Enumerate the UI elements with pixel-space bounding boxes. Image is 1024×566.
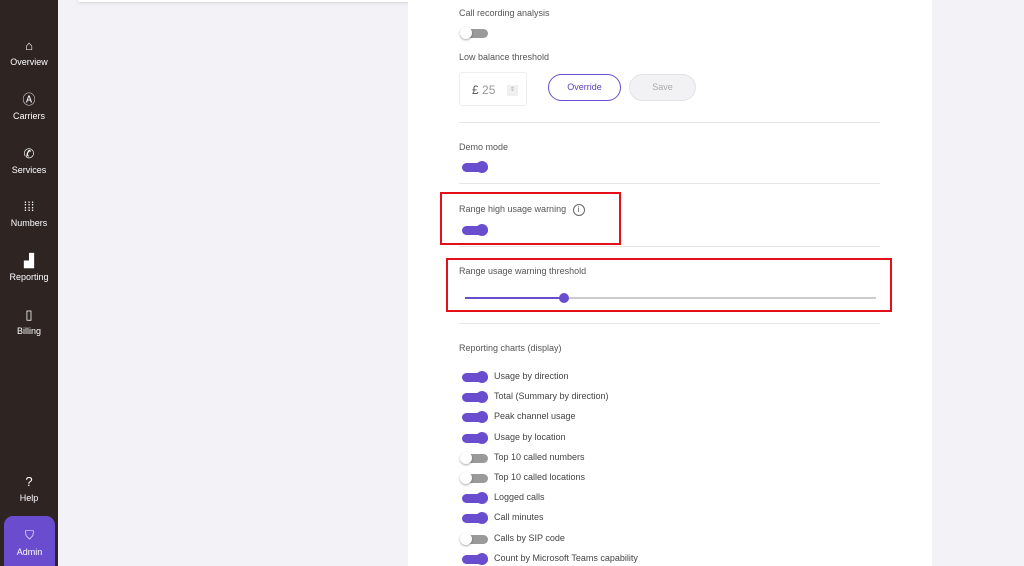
divider bbox=[459, 183, 880, 184]
bar-chart-icon: ▟ bbox=[24, 253, 34, 268]
label: Overview bbox=[10, 57, 48, 67]
invoice-icon: ▯ bbox=[25, 307, 33, 322]
override-button[interactable]: Override bbox=[548, 74, 621, 101]
chart-toggle[interactable] bbox=[459, 552, 489, 565]
range-high-usage-toggle[interactable] bbox=[459, 224, 489, 236]
chart-option-label: Count by Microsoft Teams capability bbox=[494, 552, 638, 563]
phone-icon: ✆ bbox=[23, 146, 35, 161]
sidebar-item-billing[interactable]: ▯ Billing bbox=[0, 307, 58, 336]
top-card bbox=[78, 0, 450, 2]
chart-option-label: Top 10 called locations bbox=[494, 472, 586, 482]
chart-option-label: Calls by SIP code bbox=[494, 532, 565, 543]
label-text: Range high usage warning bbox=[459, 204, 567, 214]
demo-mode-label: Demo mode bbox=[459, 142, 509, 152]
low-balance-input[interactable]: £ 25 ⇕ bbox=[459, 72, 527, 106]
divider bbox=[459, 323, 880, 324]
divider bbox=[459, 246, 880, 247]
label: Reporting bbox=[9, 272, 49, 282]
chart-toggle[interactable] bbox=[459, 431, 489, 444]
label: Admin bbox=[16, 547, 43, 557]
help-icon: ? bbox=[25, 474, 33, 489]
value: 25 bbox=[482, 83, 496, 97]
sidebar-item-carriers[interactable]: Ⓐ Carriers bbox=[0, 92, 58, 121]
chart-toggle[interactable] bbox=[459, 451, 489, 464]
chart-option-label: Usage by direction bbox=[494, 371, 569, 381]
chart-option-label: Total (Summary by direction) bbox=[494, 391, 609, 402]
sidebar-item-reporting[interactable]: ▟ Reporting bbox=[0, 253, 58, 282]
home-icon: ⌂ bbox=[25, 38, 33, 53]
chart-toggle[interactable] bbox=[459, 371, 489, 383]
chart-option-label: Peak channel usage bbox=[494, 411, 576, 422]
demo-mode-toggle[interactable] bbox=[459, 161, 489, 173]
sidebar-item-admin[interactable]: ⛉ Admin bbox=[4, 516, 55, 566]
sidebar-item-services[interactable]: ✆ Services bbox=[0, 146, 58, 175]
label: Carriers bbox=[12, 111, 45, 121]
reporting-charts-label: Reporting charts (display) bbox=[459, 343, 562, 353]
info-icon[interactable]: i bbox=[572, 204, 585, 216]
sidebar: ⌂ Overview Ⓐ Carriers ✆ Services ⁞⁞⁞ Numbers… bbox=[0, 0, 58, 566]
shield-gear-icon: ⛉ bbox=[24, 528, 34, 542]
chart-option-label: Call minutes bbox=[494, 512, 544, 523]
currency: £ bbox=[472, 83, 479, 97]
chart-toggle[interactable] bbox=[459, 492, 489, 505]
chart-option-label: Top 10 called numbers bbox=[494, 451, 585, 462]
chart-toggle[interactable] bbox=[459, 411, 489, 424]
sidebar-item-help[interactable]: ? Help bbox=[0, 474, 58, 503]
call-recording-label: Call recording analysis bbox=[459, 8, 550, 18]
sidebar-item-overview[interactable]: ⌂ Overview bbox=[0, 38, 58, 67]
range-threshold-label: Range usage warning threshold bbox=[459, 266, 587, 276]
sidebar-item-numbers[interactable]: ⁞⁞⁞ Numbers bbox=[0, 199, 58, 228]
chart-toggle[interactable] bbox=[459, 391, 489, 404]
chart-option-label: Logged calls bbox=[494, 492, 545, 503]
label: Numbers bbox=[10, 218, 48, 228]
slider-fill bbox=[465, 297, 564, 299]
label: Billing bbox=[16, 326, 41, 336]
save-button[interactable]: Save bbox=[629, 74, 696, 101]
spinner-icon[interactable]: ⇕ bbox=[507, 85, 518, 96]
chart-toggle[interactable] bbox=[459, 532, 489, 545]
low-balance-label: Low balance threshold bbox=[459, 52, 550, 62]
divider bbox=[459, 122, 880, 123]
chart-toggle[interactable] bbox=[459, 472, 489, 484]
chart-toggle[interactable] bbox=[459, 512, 489, 525]
call-recording-toggle[interactable] bbox=[459, 27, 489, 39]
keypad-icon: ⁞⁞⁞ bbox=[23, 199, 35, 214]
label: Help bbox=[19, 493, 39, 503]
slider-thumb[interactable] bbox=[558, 293, 569, 303]
chart-option-label: Usage by location bbox=[494, 431, 566, 442]
antenna-icon: Ⓐ bbox=[22, 92, 36, 107]
range-high-usage-label: Range high usage warning i bbox=[459, 204, 585, 216]
label: Services bbox=[11, 165, 47, 175]
highlight-box bbox=[440, 192, 621, 245]
range-threshold-slider[interactable] bbox=[465, 293, 876, 303]
